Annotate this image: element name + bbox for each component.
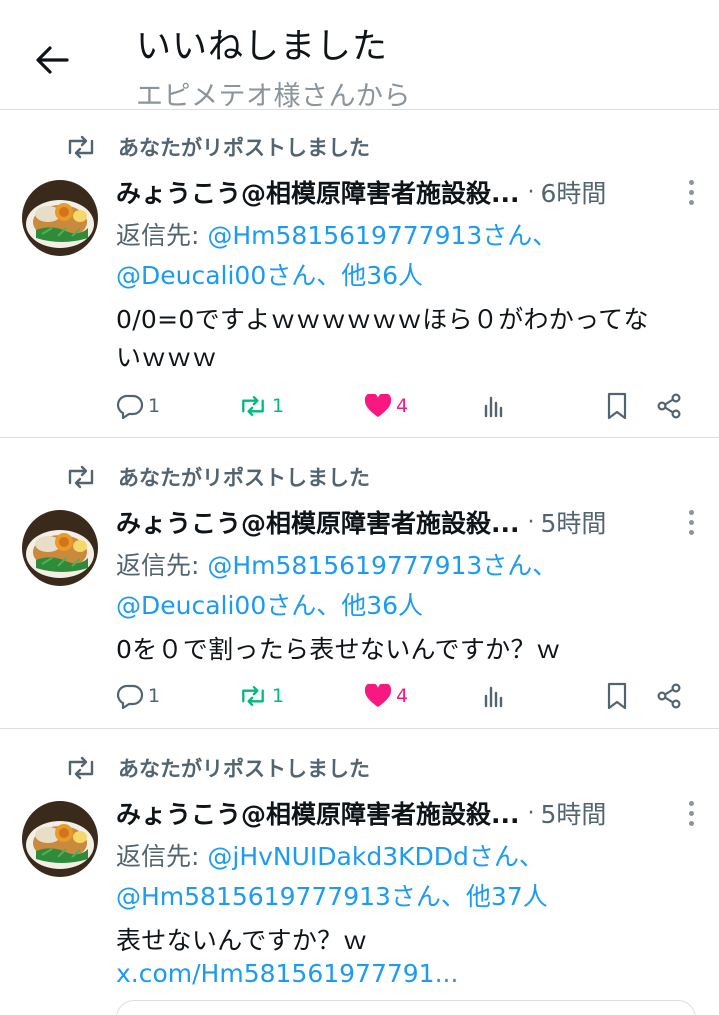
more-options-button[interactable] (676, 176, 706, 208)
reply-prefix: 返信先: (116, 551, 208, 580)
back-arrow-icon (36, 46, 69, 74)
views-icon (484, 686, 503, 708)
views-button[interactable] (482, 676, 506, 716)
post-text-line-1: 表せないんですか？ｗ (116, 926, 368, 955)
reply-mention[interactable]: @jHvNUIDakd3KDDdさん、 (207, 842, 544, 871)
action-bar: 1 1 4 (116, 676, 696, 716)
reply-to-line-1: 返信先: @jHvNUIDakd3KDDdさん、 (116, 837, 544, 873)
header: いいねしました エピメテオ様さんから (0, 0, 719, 112)
author-name[interactable]: みょうこう@相模原障害者施設殺... (116, 504, 520, 540)
separator-dot: · (527, 179, 535, 205)
reply-to-line-2: @Deucali00さん、他36人 (116, 586, 423, 622)
separator-dot: · (527, 800, 535, 826)
repost-label: あなたがリポストしました (118, 136, 370, 160)
share-icon (657, 683, 681, 709)
post-header: みょうこう@相模原障害者施設殺... · 5時間 (116, 502, 716, 542)
post-1[interactable]: あなたがリポストしました みょうこう@相模原障害者施設殺... · 6時間 返信… (0, 110, 719, 438)
repost-label: あなたがリポストしました (118, 757, 370, 781)
like-button[interactable]: 4 (364, 676, 408, 716)
bookmark-icon (607, 682, 627, 710)
like-count: 4 (396, 395, 409, 417)
page-subtitle: エピメテオ様さんから (136, 81, 411, 112)
like-button[interactable]: 4 (364, 386, 408, 426)
avatar[interactable] (22, 510, 98, 586)
repost-button[interactable]: 1 (238, 386, 284, 426)
reply-mention[interactable]: @Hm5815619777913さん、 (207, 221, 557, 250)
post-text-line-1: 0を０で割ったら表せないんですか？ｗ (116, 635, 562, 664)
post-time[interactable]: 5時間 (541, 795, 607, 831)
reply-icon (116, 684, 144, 709)
repost-count: 1 (272, 395, 285, 417)
avatar[interactable] (22, 801, 98, 877)
author-name[interactable]: みょうこう@相模原障害者施設殺... (116, 174, 520, 210)
post-3[interactable]: あなたがリポストしました みょうこう@相模原障害者施設殺... · 5時間 返信… (0, 731, 719, 1015)
reply-button[interactable]: 1 (116, 676, 160, 716)
reply-prefix: 返信先: (116, 842, 208, 871)
more-options-button[interactable] (676, 797, 706, 829)
repost-indicator: あなたがリポストしました (64, 130, 370, 164)
share-icon (657, 393, 681, 419)
repost-icon (64, 464, 98, 490)
back-button[interactable] (28, 36, 76, 84)
link-card-preview[interactable] (116, 1000, 696, 1015)
post-text-line-2: いｗｗｗ (116, 343, 218, 372)
repost-icon (242, 686, 264, 706)
reply-count: 1 (148, 685, 161, 707)
reply-to-line-2: @Hm5815619777913さん、他37人 (116, 877, 548, 913)
repost-button[interactable]: 1 (238, 676, 284, 716)
bookmark-button[interactable] (606, 676, 628, 716)
reply-mention[interactable]: @Hm5815619777913さん、 (207, 551, 557, 580)
reply-to-line-1: 返信先: @Hm5815619777913さん、 (116, 216, 557, 252)
share-button[interactable] (656, 676, 682, 716)
page-title: いいねしました (136, 27, 389, 67)
repost-label: あなたがリポストしました (118, 466, 370, 490)
author-name[interactable]: みょうこう@相模原障害者施設殺... (116, 795, 520, 831)
post-header: みょうこう@相模原障害者施設殺... · 5時間 (116, 793, 716, 833)
action-bar: 1 1 4 (116, 386, 696, 426)
repost-indicator: あなたがリポストしました (64, 460, 370, 494)
post-header: みょうこう@相模原障害者施設殺... · 6時間 (116, 172, 716, 212)
separator-dot: · (527, 509, 535, 535)
reply-mention[interactable]: @Deucali00さん、他36人 (116, 261, 423, 290)
reply-to-line-2: @Deucali00さん、他36人 (116, 256, 423, 292)
repost-icon (64, 134, 98, 160)
bookmark-button[interactable] (606, 386, 628, 426)
reply-to-line-1: 返信先: @Hm5815619777913さん、 (116, 546, 557, 582)
post-2[interactable]: あなたがリポストしました みょうこう@相模原障害者施設殺... · 5時間 返信… (0, 440, 719, 729)
repost-icon (242, 396, 264, 416)
post-text-line-1: 0/0=0ですよｗｗｗｗｗｗほら０がわかってな (116, 305, 649, 334)
more-options-button[interactable] (676, 506, 706, 538)
reply-prefix: 返信先: (116, 221, 208, 250)
post-link[interactable]: x.com/Hm581561977791... (116, 959, 458, 988)
reply-mention[interactable]: @Hm5815619777913さん、他37人 (116, 882, 548, 911)
bookmark-icon (607, 392, 627, 420)
repost-count: 1 (272, 685, 285, 707)
repost-indicator: あなたがリポストしました (64, 751, 370, 785)
views-button[interactable] (482, 386, 506, 426)
repost-icon (64, 755, 98, 781)
views-icon (484, 396, 503, 418)
reply-count: 1 (148, 395, 161, 417)
reply-button[interactable]: 1 (116, 386, 160, 426)
post-time[interactable]: 6時間 (541, 174, 607, 210)
share-button[interactable] (656, 386, 682, 426)
avatar[interactable] (22, 180, 98, 256)
like-count: 4 (396, 685, 409, 707)
reply-mention[interactable]: @Deucali00さん、他36人 (116, 591, 423, 620)
like-heart-icon (364, 394, 392, 417)
like-heart-icon (364, 684, 392, 707)
post-time[interactable]: 5時間 (541, 504, 607, 540)
reply-icon (116, 394, 144, 419)
